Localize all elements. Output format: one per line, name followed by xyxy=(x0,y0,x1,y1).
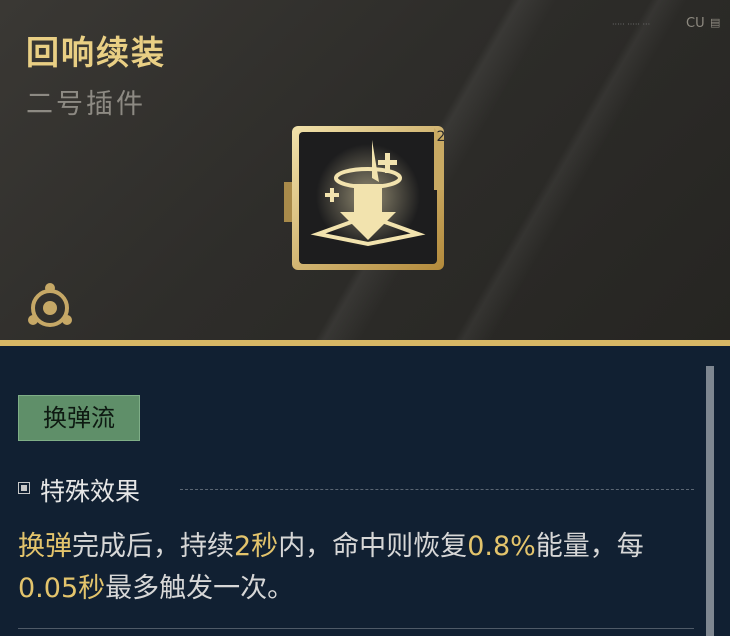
section-divider xyxy=(180,489,694,490)
gear-badge-icon[interactable] xyxy=(24,282,76,334)
bottom-divider xyxy=(18,628,694,629)
plugin-card: 回响续装 二号插件 ····· ····· ··· CU ▤ 2 换弹流 特殊效… xyxy=(0,0,730,636)
tiny-caption: ····· ····· ··· xyxy=(612,20,651,29)
effect-description: 换弹完成后，持续2秒内，命中则恢复0.8%能量，每 0.05秒最多触发一次。 xyxy=(18,526,698,610)
item-title: 回响续装 xyxy=(26,33,166,72)
level-badge: 2 xyxy=(437,129,446,145)
desc-text: 最多触发一次。 xyxy=(105,573,295,604)
corner-code: CU xyxy=(686,16,705,31)
scrollbar-thumb[interactable] xyxy=(706,366,714,636)
desc-text: 能量，每 xyxy=(535,531,644,562)
item-subtitle: 二号插件 xyxy=(26,89,146,120)
section-bullet-icon xyxy=(18,482,30,494)
plugin-icon: 2 xyxy=(284,120,450,276)
desc-text: 内，命中则恢复 xyxy=(278,531,468,562)
value-energy: 0.8% xyxy=(467,531,536,562)
value-cooldown: 0.05秒 xyxy=(18,573,106,604)
section-title: 特殊效果 xyxy=(40,477,141,506)
desc-text: 完成后，持续 xyxy=(72,531,234,562)
keyword-reload: 换弹 xyxy=(18,531,72,562)
corner-mini-icon: ▤ xyxy=(710,16,721,29)
playstyle-tag: 换弹流 xyxy=(18,395,140,441)
value-duration: 2秒 xyxy=(234,531,279,562)
